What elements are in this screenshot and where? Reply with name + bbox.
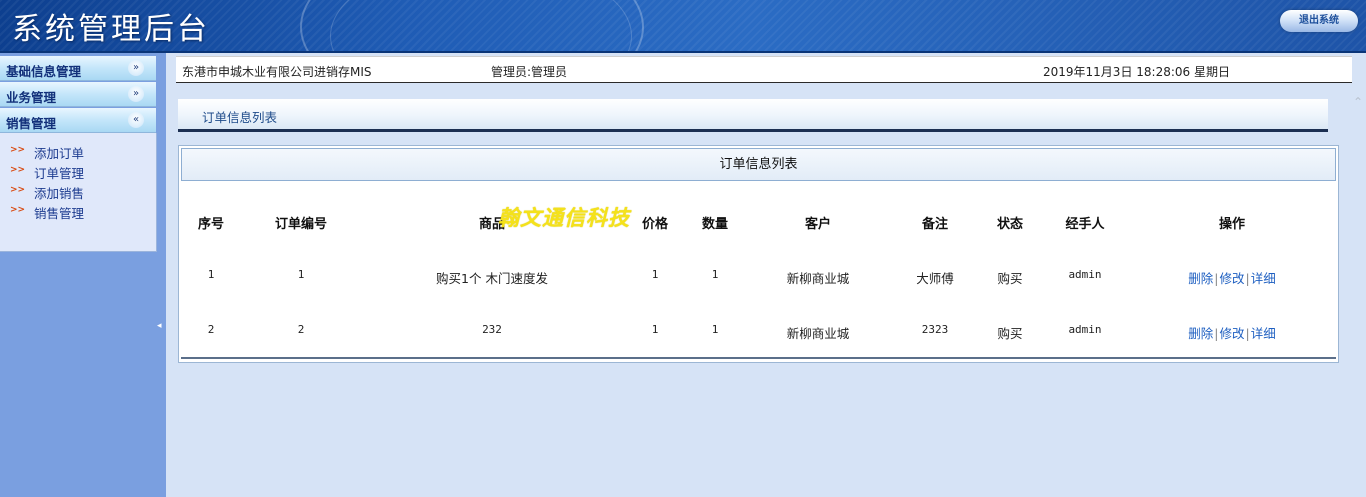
- cell-index: 1: [207, 268, 215, 281]
- cell-price: 1: [651, 323, 659, 336]
- logout-button[interactable]: 退出系统: [1280, 10, 1358, 32]
- column-header: 状态: [996, 217, 1024, 232]
- submenu-label[interactable]: 添加销售: [34, 183, 84, 202]
- cell-qty: 1: [711, 268, 719, 281]
- menu-business[interactable]: 业务管理 »: [0, 82, 156, 107]
- menu-label: 基础信息管理: [6, 64, 82, 79]
- info-bar: 东港市申城木业有限公司进销存MIS 管理员:管理员 2019年11月3日 18:…: [176, 56, 1352, 83]
- menu-sales[interactable]: 销售管理 «: [0, 108, 156, 133]
- admin-label: 管理员:管理员: [491, 65, 568, 79]
- column-header: 客户: [804, 217, 832, 232]
- submenu-label[interactable]: 销售管理: [34, 203, 84, 222]
- delete-link[interactable]: 删除: [1188, 271, 1213, 286]
- watermark-text: 翰文通信科技: [498, 206, 630, 230]
- double-arrow-icon: >>: [10, 205, 26, 215]
- chevron-double-down-icon[interactable]: »: [128, 60, 144, 76]
- double-arrow-icon: >>: [10, 145, 26, 155]
- submenu-label[interactable]: 添加订单: [34, 143, 84, 162]
- company-name: 东港市申城木业有限公司进销存MIS: [182, 65, 372, 79]
- cell-order-no: 2: [297, 323, 305, 336]
- cell-customer: 新柳商业城: [786, 326, 850, 341]
- cell-status: 购买: [997, 326, 1023, 341]
- delete-link[interactable]: 删除: [1188, 326, 1213, 341]
- header-decoration: [330, 0, 632, 51]
- column-header: 操作: [1218, 217, 1246, 232]
- cell-note: 大师傅: [916, 271, 954, 286]
- menu-basic-info[interactable]: 基础信息管理 »: [0, 56, 156, 81]
- column-header: 订单编号: [274, 217, 328, 232]
- menu-label: 业务管理: [6, 90, 57, 105]
- datetime: 2019年11月3日 18:28:06 星期日: [1043, 65, 1230, 79]
- cell-order-no: 1: [297, 268, 305, 281]
- cell-qty: 1: [711, 323, 719, 336]
- cell-note: 2323: [921, 323, 949, 336]
- sales-submenu: >> 添加订单 >> 订单管理 >> 添加销售 >> 销售管理: [0, 133, 157, 252]
- column-header: 价格: [641, 217, 669, 232]
- column-header: 序号: [197, 217, 225, 232]
- scrollbar[interactable]: [1350, 83, 1366, 497]
- chevron-double-down-icon[interactable]: »: [128, 86, 144, 102]
- table-title: 订单信息列表: [181, 148, 1336, 181]
- column-header: 备注: [921, 217, 949, 232]
- edit-link[interactable]: 修改: [1219, 326, 1244, 341]
- menu-label: 销售管理: [6, 116, 57, 131]
- collapse-sidebar-icon[interactable]: ◂: [157, 321, 165, 333]
- table-bottom-border: [181, 357, 1336, 359]
- scroll-up-icon[interactable]: ⌃: [1352, 96, 1364, 108]
- double-arrow-icon: >>: [10, 165, 26, 175]
- double-arrow-icon: >>: [10, 185, 26, 195]
- cell-actions: 删除|修改|详细: [1188, 268, 1275, 287]
- cell-actions: 删除|修改|详细: [1188, 323, 1275, 342]
- cell-index: 2: [207, 323, 215, 336]
- chevron-double-up-icon[interactable]: «: [128, 112, 144, 128]
- header-banner: 系统管理后台 退出系统: [0, 0, 1366, 53]
- column-header: 经手人: [1065, 217, 1105, 232]
- cell-price: 1: [651, 268, 659, 281]
- cell-product: 购买1个 木门速度发: [436, 271, 548, 286]
- detail-link[interactable]: 详细: [1251, 326, 1276, 341]
- cell-status: 购买: [997, 271, 1023, 286]
- submenu-label[interactable]: 订单管理: [34, 163, 84, 182]
- edit-link[interactable]: 修改: [1219, 271, 1244, 286]
- detail-link[interactable]: 详细: [1251, 271, 1276, 286]
- app-title: 系统管理后台: [12, 12, 210, 47]
- column-header: 数量: [701, 217, 729, 232]
- cell-product: 232: [482, 323, 502, 336]
- breadcrumb-label: 订单信息列表: [202, 110, 278, 125]
- cell-handler: admin: [1068, 268, 1102, 281]
- breadcrumb: 订单信息列表: [178, 99, 1328, 132]
- cell-handler: admin: [1068, 323, 1102, 336]
- order-table-panel: 订单信息列表: [178, 145, 1339, 363]
- sidebar: 基础信息管理 » 业务管理 » 销售管理 « >> 添加订单 >> 订单管理 >…: [0, 53, 166, 497]
- cell-customer: 新柳商业城: [786, 271, 850, 286]
